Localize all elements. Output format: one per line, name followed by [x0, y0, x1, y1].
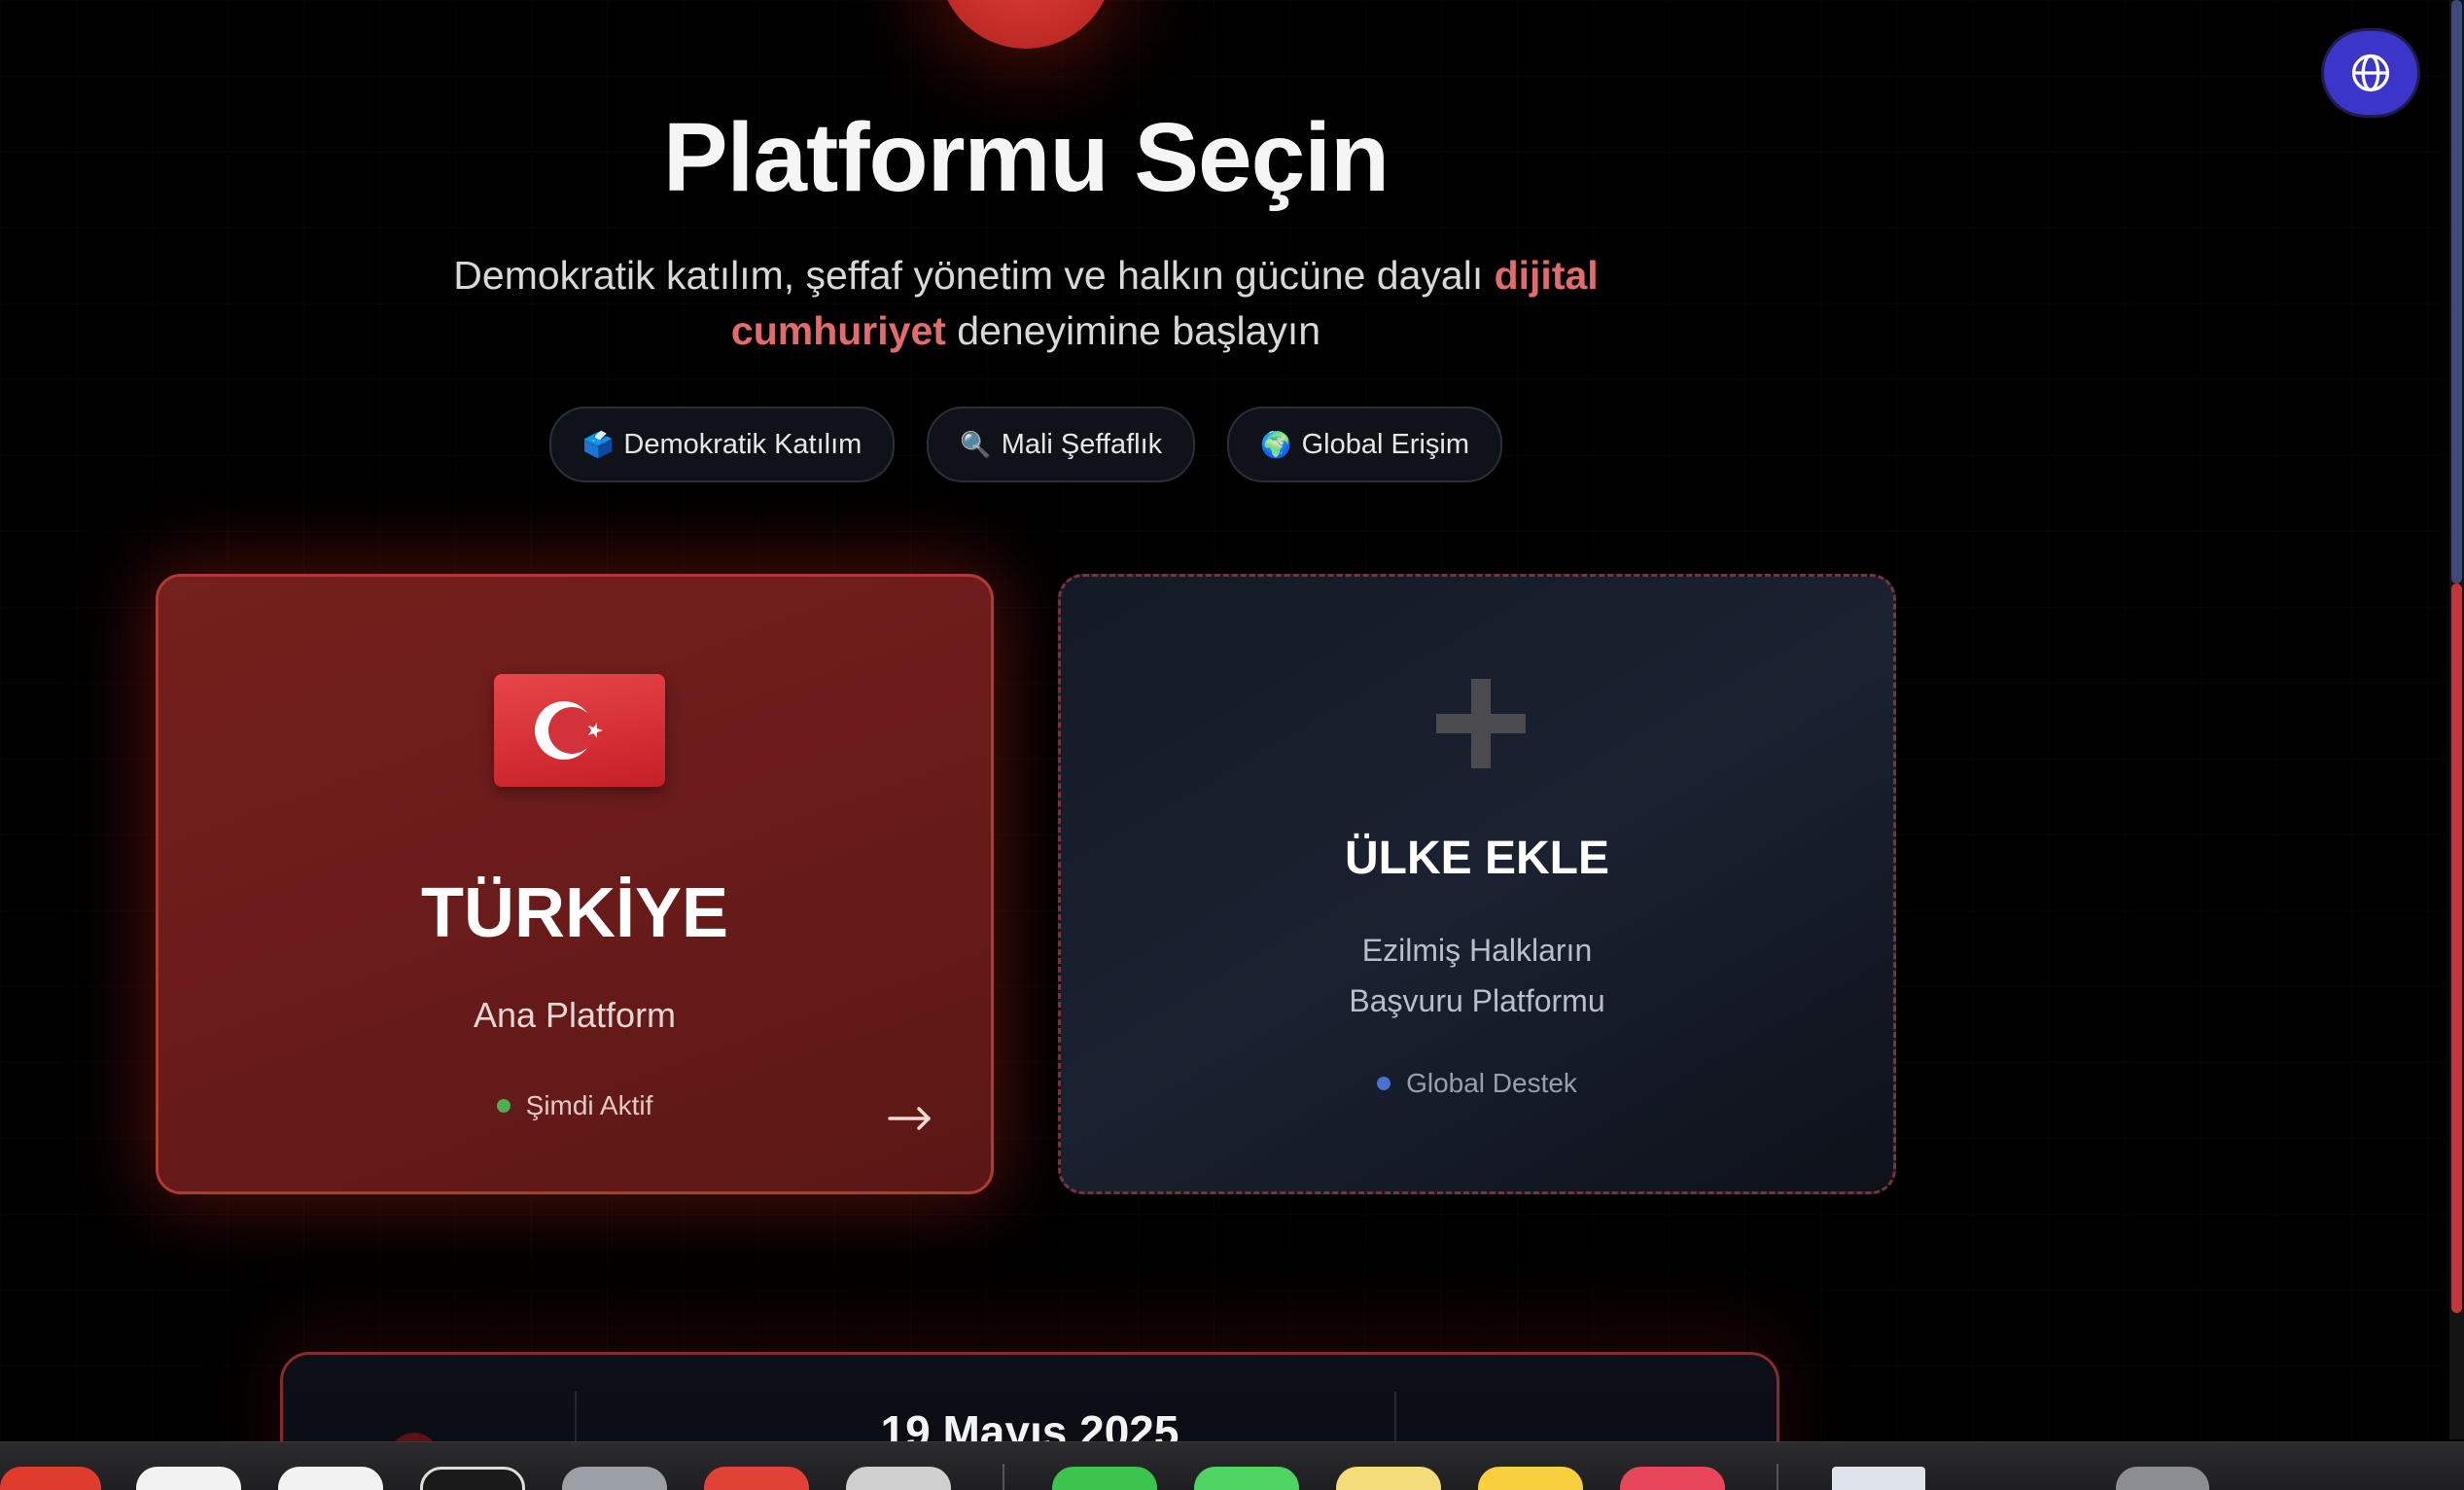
- card-add-country[interactable]: ÜLKE EKLE Ezilmiş Halkların Başvuru Plat…: [1058, 574, 1896, 1194]
- platform-selection-page: Platformu Seçin Demokratik katılım, şeff…: [0, 0, 2464, 1490]
- scrollbar-track-upper: [2451, 0, 2462, 584]
- pill-democratic-participation[interactable]: 🗳️ Demokratik Katılım: [549, 407, 896, 482]
- card-turkey[interactable]: TÜRKİYE Ana Platform Şimdi Aktif: [156, 574, 994, 1194]
- ballot-box-icon: 🗳️: [582, 429, 615, 459]
- card-subtitle: Ana Platform: [473, 995, 677, 1035]
- plus-icon: [1436, 679, 1526, 768]
- status-indicator: Global Destek: [1061, 1068, 1893, 1099]
- trash-icon[interactable]: [2116, 1467, 2209, 1490]
- status-indicator: Şimdi Aktif: [158, 1090, 991, 1121]
- dock-window-thumbnail[interactable]: [1832, 1467, 1925, 1490]
- dock-app-icon[interactable]: [704, 1467, 809, 1490]
- dock-app-icon[interactable]: [278, 1467, 383, 1490]
- dock-separator: [1003, 1464, 1004, 1490]
- status-dot: [496, 1099, 510, 1113]
- dock-app-icon[interactable]: [420, 1467, 525, 1490]
- card-subtitle: Ezilmiş Halkların Başvuru Platformu: [1061, 925, 1893, 1026]
- subtitle-text-2: deneyimine başlayın: [945, 308, 1321, 353]
- card-title: ÜLKE EKLE: [1344, 833, 1609, 884]
- page-title: Platformu Seçin: [662, 103, 1390, 212]
- dock-app-icon[interactable]: [1620, 1467, 1725, 1490]
- status-dot: [1377, 1077, 1391, 1090]
- status-text: Şimdi Aktif: [525, 1090, 653, 1120]
- card-title: TÜRKİYE: [420, 874, 729, 952]
- subtitle-text-1: Demokratik katılım, şeffaf yönetim ve ha…: [453, 253, 1495, 298]
- language-button[interactable]: [2324, 31, 2417, 115]
- page-subtitle: Demokratik katılım, şeffaf yönetim ve ha…: [418, 248, 1634, 359]
- card-subtitle-line-1: Ezilmiş Halkların: [1361, 933, 1593, 968]
- dock-app-icon[interactable]: [562, 1467, 667, 1490]
- arrow-right-icon[interactable]: [888, 1104, 933, 1133]
- globe-icon: [2351, 53, 2390, 92]
- status-text: Global Destek: [1406, 1068, 1577, 1098]
- turkey-flag-icon: [494, 674, 665, 787]
- dock-app-icon[interactable]: [846, 1467, 951, 1490]
- dock-app-icon[interactable]: [1336, 1467, 1441, 1490]
- dock-app-icon[interactable]: [0, 1467, 101, 1490]
- dock-app-icon[interactable]: [1478, 1467, 1583, 1490]
- card-subtitle-line-2: Başvuru Platformu: [1349, 983, 1605, 1018]
- pill-label: Demokratik Katılım: [623, 428, 862, 460]
- feature-pills: 🗳️ Demokratik Katılım 🔍 Mali Şeffaflık 🌍…: [0, 407, 2052, 482]
- dock-app-icon[interactable]: [136, 1467, 241, 1490]
- pill-label: Global Erişim: [1301, 428, 1469, 460]
- pill-financial-transparency[interactable]: 🔍 Mali Şeffaflık: [927, 407, 1196, 482]
- dock-app-icon[interactable]: [1052, 1467, 1157, 1490]
- scrollbar-thumb[interactable]: [2451, 584, 2462, 1313]
- magnifier-icon: 🔍: [960, 429, 992, 459]
- dock-app-icon[interactable]: [1194, 1467, 1299, 1490]
- pill-label: Mali Şeffaflık: [1001, 428, 1163, 460]
- dock-separator: [1777, 1464, 1778, 1490]
- globe-emoji-icon: 🌍: [1260, 429, 1292, 459]
- pill-global-access[interactable]: 🌍 Global Erişim: [1227, 407, 1502, 482]
